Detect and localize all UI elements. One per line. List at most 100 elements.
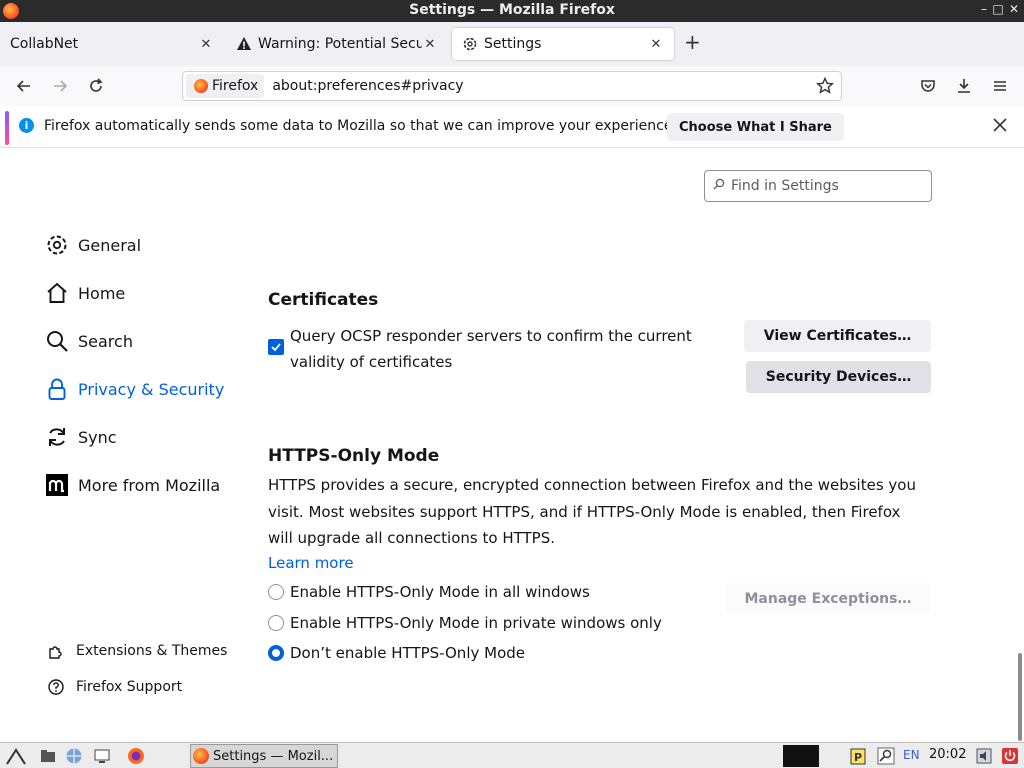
content-scrollbar[interactable] (1018, 653, 1022, 741)
radio-label: Enable HTTPS-Only Mode in all windows (290, 583, 590, 601)
reload-icon[interactable] (84, 74, 108, 98)
puzzle-icon (46, 641, 66, 661)
taskbar-clock[interactable]: 20:02 (929, 747, 966, 762)
downloads-icon[interactable] (952, 74, 976, 98)
notification-bar: i Firefox automatically sends some data … (0, 106, 1024, 148)
hamburger-menu-icon[interactable] (988, 74, 1012, 98)
lock-icon (44, 376, 70, 402)
search-tray-icon[interactable] (876, 746, 896, 766)
https-only-heading: HTTPS-Only Mode (268, 446, 440, 466)
sidebar-item-label: General (78, 235, 142, 255)
keyboard-language-indicator[interactable]: EN (903, 748, 920, 762)
navigation-toolbar: Firefox about:preferences#privacy (0, 66, 1024, 106)
ocsp-label[interactable]: Query OCSP responder servers to confirm … (290, 323, 710, 375)
tab-strip: CollabNet ✕ Warning: Potential Securi ✕ … (0, 22, 1024, 66)
https-only-description: HTTPS provides a secure, encrypted conne… (268, 476, 916, 547)
sidebar-item-label: Privacy & Security (78, 379, 225, 399)
find-placeholder: Find in Settings (731, 178, 839, 194)
certificates-heading: Certificates (268, 290, 379, 310)
sidebar-item-label: Search (78, 331, 133, 351)
sidebar-item-extensions-themes[interactable]: Extensions & Themes (46, 641, 227, 661)
sidebar-item-label: Sync (78, 427, 117, 447)
new-tab-button[interactable]: + (684, 30, 701, 54)
sidebar-item-search[interactable]: Search (44, 328, 133, 354)
sidebar-item-more-from-mozilla[interactable]: More from Mozilla (44, 472, 220, 498)
sidebar-item-label: Home (78, 283, 126, 303)
tab-collabnet[interactable]: CollabNet ✕ (0, 28, 224, 60)
tab-label: Warning: Potential Securi (258, 36, 422, 52)
file-manager-icon[interactable] (38, 746, 58, 766)
identity-box[interactable]: Firefox (186, 74, 265, 98)
tab-close-icon[interactable]: ✕ (422, 37, 438, 52)
window-title: Settings — Mozilla Firefox (409, 2, 615, 18)
radio-button[interactable] (268, 645, 284, 661)
notification-message: Firefox automatically sends some data to… (44, 118, 677, 134)
tab-warning[interactable]: Warning: Potential Securi ✕ (226, 28, 448, 60)
network-globe-icon[interactable] (64, 746, 84, 766)
sidebar-item-privacy-security[interactable]: Privacy & Security (44, 376, 224, 402)
maximize-icon[interactable]: □ (990, 2, 1006, 16)
url-bar[interactable]: Firefox about:preferences#privacy (182, 71, 842, 101)
clipboard-icon[interactable]: P (848, 746, 868, 766)
gear-icon (462, 36, 478, 52)
cpu-monitor (783, 745, 819, 767)
sync-icon (44, 424, 70, 450)
taskbar-task-firefox[interactable]: Settings — Mozil... (190, 744, 338, 768)
close-icon[interactable] (989, 114, 1011, 136)
help-icon (46, 677, 66, 697)
settings-content: Find in Settings General Home Search Pri… (0, 148, 1024, 742)
tab-settings[interactable]: Settings ✕ (452, 28, 674, 60)
sidebar-item-home[interactable]: Home (44, 280, 125, 306)
security-devices-button[interactable]: Security Devices… (746, 361, 931, 393)
volume-icon[interactable] (974, 746, 994, 766)
radio-button[interactable] (268, 615, 284, 631)
view-certificates-button[interactable]: View Certificates… (744, 320, 931, 352)
radio-https-private-windows[interactable]: Enable HTTPS-Only Mode in private window… (268, 614, 662, 632)
power-icon[interactable] (1000, 746, 1020, 766)
manage-exceptions-button: Manage Exceptions… (726, 583, 930, 615)
show-desktop-icon[interactable] (92, 746, 112, 766)
tab-close-icon[interactable]: ✕ (648, 37, 664, 52)
taskbar-task-label: Settings — Mozil... (213, 748, 334, 764)
notification-accent (5, 111, 9, 145)
learn-more-link[interactable]: Learn more (268, 554, 354, 572)
window-titlebar: Settings — Mozilla Firefox – □ ✕ (0, 0, 1024, 22)
sidebar-item-firefox-support[interactable]: Firefox Support (46, 677, 182, 697)
find-in-settings-input[interactable]: Find in Settings (704, 170, 932, 202)
firefox-logo-icon (193, 748, 209, 764)
sidebar-item-label: Firefox Support (76, 679, 183, 695)
sidebar-item-label: Extensions & Themes (76, 643, 228, 659)
url-text[interactable]: about:preferences#privacy (272, 78, 463, 94)
warning-icon (236, 36, 252, 52)
ocsp-checkbox[interactable] (268, 339, 284, 355)
radio-label: Enable HTTPS-Only Mode in private window… (290, 614, 662, 632)
svg-text:P: P (854, 751, 862, 764)
identity-label: Firefox (212, 78, 259, 94)
choose-what-i-share-button[interactable]: Choose What I Share (667, 113, 844, 141)
radio-https-all-windows[interactable]: Enable HTTPS-Only Mode in all windows (268, 583, 590, 601)
info-icon: i (19, 118, 34, 133)
pocket-icon[interactable] (916, 74, 940, 98)
forward-arrow-icon[interactable] (48, 74, 72, 98)
home-icon (44, 280, 70, 306)
desktop-taskbar: Settings — Mozil... P EN 20:02 (0, 742, 1024, 768)
gear-icon (44, 232, 70, 258)
back-arrow-icon[interactable] (12, 74, 36, 98)
firefox-launcher-icon[interactable] (126, 746, 146, 766)
search-icon (713, 178, 725, 194)
tab-close-icon[interactable]: ✕ (198, 37, 214, 52)
radio-label: Don’t enable HTTPS-Only Mode (290, 644, 525, 662)
tab-label: CollabNet (10, 36, 79, 52)
radio-https-disabled[interactable]: Don’t enable HTTPS-Only Mode (268, 644, 525, 662)
search-icon (44, 328, 70, 354)
mozilla-m-icon (44, 472, 70, 498)
tab-label: Settings (484, 36, 542, 52)
sidebar-item-label: More from Mozilla (78, 475, 221, 495)
close-window-icon[interactable]: ✕ (1006, 2, 1022, 16)
radio-button[interactable] (268, 584, 284, 600)
start-menu-icon[interactable] (6, 746, 26, 766)
sidebar-item-general[interactable]: General (44, 232, 141, 258)
bookmark-star-icon[interactable] (815, 76, 835, 96)
firefox-logo-icon (194, 79, 208, 93)
sidebar-item-sync[interactable]: Sync (44, 424, 117, 450)
